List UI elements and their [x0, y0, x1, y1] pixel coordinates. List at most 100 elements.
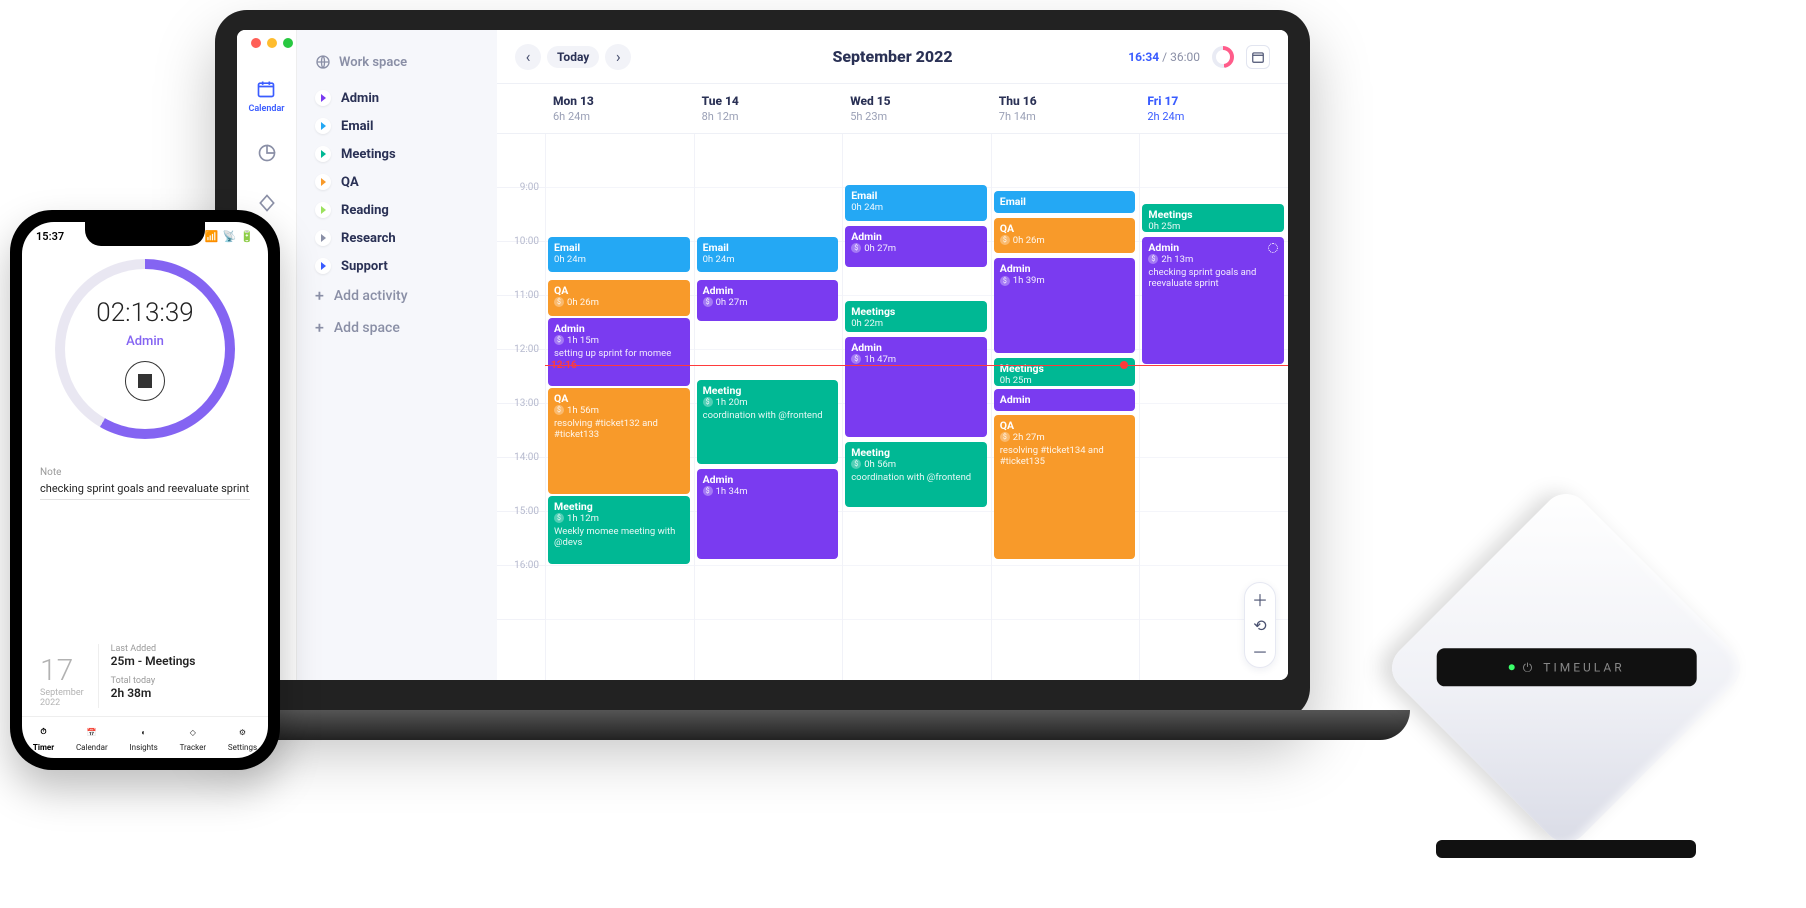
note-label: Note [40, 467, 250, 478]
event-block[interactable]: Admin$1h 34m [697, 469, 839, 559]
range-picker[interactable] [1246, 45, 1270, 69]
day-column[interactable]: Email0h 24m Admin$0h 27m Meeting$1h 20mcoo… [694, 134, 843, 680]
event-block[interactable]: Admin$1h 39m [994, 258, 1136, 353]
event-block[interactable]: Email0h 24m [548, 237, 690, 273]
event-block[interactable]: Meetings0h 25m [994, 358, 1136, 386]
event-block[interactable]: Admin$0h 27m [845, 226, 987, 267]
tab-timer[interactable]: ⏱Timer [33, 723, 54, 752]
day-header[interactable]: Tue 148h 12m [694, 84, 843, 133]
event-block[interactable]: Admin$2h 13mchecking sprint goals and re… [1142, 237, 1284, 365]
close-icon[interactable] [251, 38, 261, 48]
event-block[interactable]: Admin$1h 47m [845, 337, 987, 438]
hour-label: 13:00 [514, 398, 539, 409]
day-header[interactable]: Fri 172h 24m [1139, 84, 1288, 133]
tab-calendar[interactable]: 📅Calendar [76, 723, 108, 752]
tab-settings[interactable]: ⚙Settings [228, 723, 257, 752]
event-block[interactable]: Email0h 24m [697, 237, 839, 273]
event-title: Admin [1148, 241, 1278, 254]
billable-icon: $ [554, 513, 564, 523]
event-block[interactable]: Email0h 24m [845, 185, 987, 221]
event-block[interactable]: Email [994, 191, 1136, 213]
hour-label: 16:00 [514, 560, 539, 571]
now-line: 12:16 [545, 365, 1288, 366]
activity-support[interactable]: Support [307, 252, 487, 280]
event-block[interactable]: QA$0h 26m [994, 218, 1136, 254]
day-total: 8h 12m [702, 110, 835, 123]
event-block[interactable]: Meeting$0h 56mcoordination with @fronten… [845, 442, 987, 508]
add-activity[interactable]: +Add activity [307, 280, 487, 312]
activity-admin[interactable]: Admin [307, 84, 487, 112]
zoom-reset-button[interactable]: ⟲ [1250, 615, 1270, 635]
event-block[interactable]: Admin$1h 15msetting up sprint for momee [548, 318, 690, 386]
note-input[interactable]: checking sprint goals and reevaluate spr… [40, 478, 250, 500]
nav-calendar[interactable]: Calendar [248, 78, 284, 114]
stop-button[interactable] [125, 361, 165, 401]
event-duration: $0h 26m [554, 297, 684, 308]
event-block[interactable]: Meetings0h 22m [845, 301, 987, 331]
minimize-icon[interactable] [267, 38, 277, 48]
day-label: Mon 13 [553, 94, 686, 108]
wifi-icon: 📡 [223, 230, 237, 243]
timer-ring: 02:13:39 Admin [55, 259, 235, 439]
nav-tracker[interactable] [256, 192, 278, 214]
workspace-header[interactable]: Work space [315, 54, 479, 70]
hour-label: 9:00 [520, 182, 539, 193]
today-button[interactable]: Today [547, 46, 599, 68]
tab-insights[interactable]: ◐Insights [129, 723, 157, 752]
event-block[interactable]: QA$1h 56mresolving #ticket132 and #ticke… [548, 388, 690, 494]
activity-label: Meetings [341, 147, 396, 162]
event-duration: $1h 39m [1000, 275, 1130, 286]
billable-icon: $ [554, 297, 564, 307]
play-icon [315, 146, 331, 162]
tab-label: Calendar [76, 743, 108, 752]
day-header[interactable]: Thu 167h 14m [991, 84, 1140, 133]
day-header[interactable]: Wed 155h 23m [842, 84, 991, 133]
event-block[interactable]: Meetings0h 25m [1142, 204, 1284, 232]
hour-label: 12:00 [514, 344, 539, 355]
tab-label: Timer [33, 743, 54, 752]
event-duration: $1h 34m [703, 486, 833, 497]
day-column[interactable]: Email0h 24m Admin$0h 27m Meetings0h 22m Adm… [842, 134, 991, 680]
add-space[interactable]: +Add space [307, 312, 487, 344]
maximize-icon[interactable] [283, 38, 293, 48]
laptop-frame: Calendar Work space AdminEmailMeetingsQA… [215, 10, 1310, 720]
calendar-range-icon [1251, 50, 1265, 64]
event-block[interactable]: Admin$0h 27m [697, 280, 839, 321]
event-desc: checking sprint goals and reevaluate spr… [1148, 267, 1278, 289]
globe-icon [315, 54, 331, 70]
day-column[interactable]: EmailQA$0h 26mAdmin$1h 39mMeetings0h 25m… [991, 134, 1140, 680]
calendar-topbar: ‹ Today › September 2022 16:34 / 36:00 [497, 30, 1288, 84]
activity-email[interactable]: Email [307, 112, 487, 140]
prev-button[interactable]: ‹ [515, 44, 541, 70]
event-desc: setting up sprint for momee [554, 348, 684, 359]
event-duration: $0h 26m [1000, 235, 1130, 246]
day-column[interactable]: Email0h 24m QA$0h 26mAdmin$1h 15msetting … [545, 134, 694, 680]
event-block[interactable]: Meeting$1h 20mcoordination with @fronten… [697, 380, 839, 464]
event-duration: $1h 56m [554, 405, 684, 416]
event-desc: resolving #ticket134 and #ticket135 [1000, 445, 1130, 467]
activity-research[interactable]: Research [307, 224, 487, 252]
battery-icon: 🔋 [240, 230, 254, 243]
laptop-base [110, 710, 1410, 740]
nav-insights[interactable] [256, 142, 278, 164]
event-block[interactable]: Meeting$1h 12mWeekly momee meeting with … [548, 496, 690, 564]
zoom-in-button[interactable]: ＋ [1250, 589, 1270, 609]
event-title: Meetings [851, 305, 981, 318]
activity-reading[interactable]: Reading [307, 196, 487, 224]
billable-icon: $ [554, 335, 564, 345]
next-button[interactable]: › [605, 44, 631, 70]
event-block[interactable]: QA$0h 26m [548, 280, 690, 316]
event-title: Email [554, 241, 684, 254]
activity-qa[interactable]: QA [307, 168, 487, 196]
billable-icon: $ [554, 405, 564, 415]
hour-label: 10:00 [514, 236, 539, 247]
activity-meetings[interactable]: Meetings [307, 140, 487, 168]
event-block[interactable]: QA$2h 27mresolving #ticket134 and #ticke… [994, 415, 1136, 559]
tab-tracker[interactable]: ◇Tracker [180, 723, 207, 752]
event-duration: 0h 24m [851, 202, 981, 213]
zoom-out-button[interactable]: － [1250, 641, 1270, 661]
event-block[interactable]: Admin [994, 389, 1136, 411]
footer-day: 17 [40, 653, 84, 688]
billable-icon: $ [1000, 235, 1010, 245]
day-header[interactable]: Mon 136h 24m [545, 84, 694, 133]
